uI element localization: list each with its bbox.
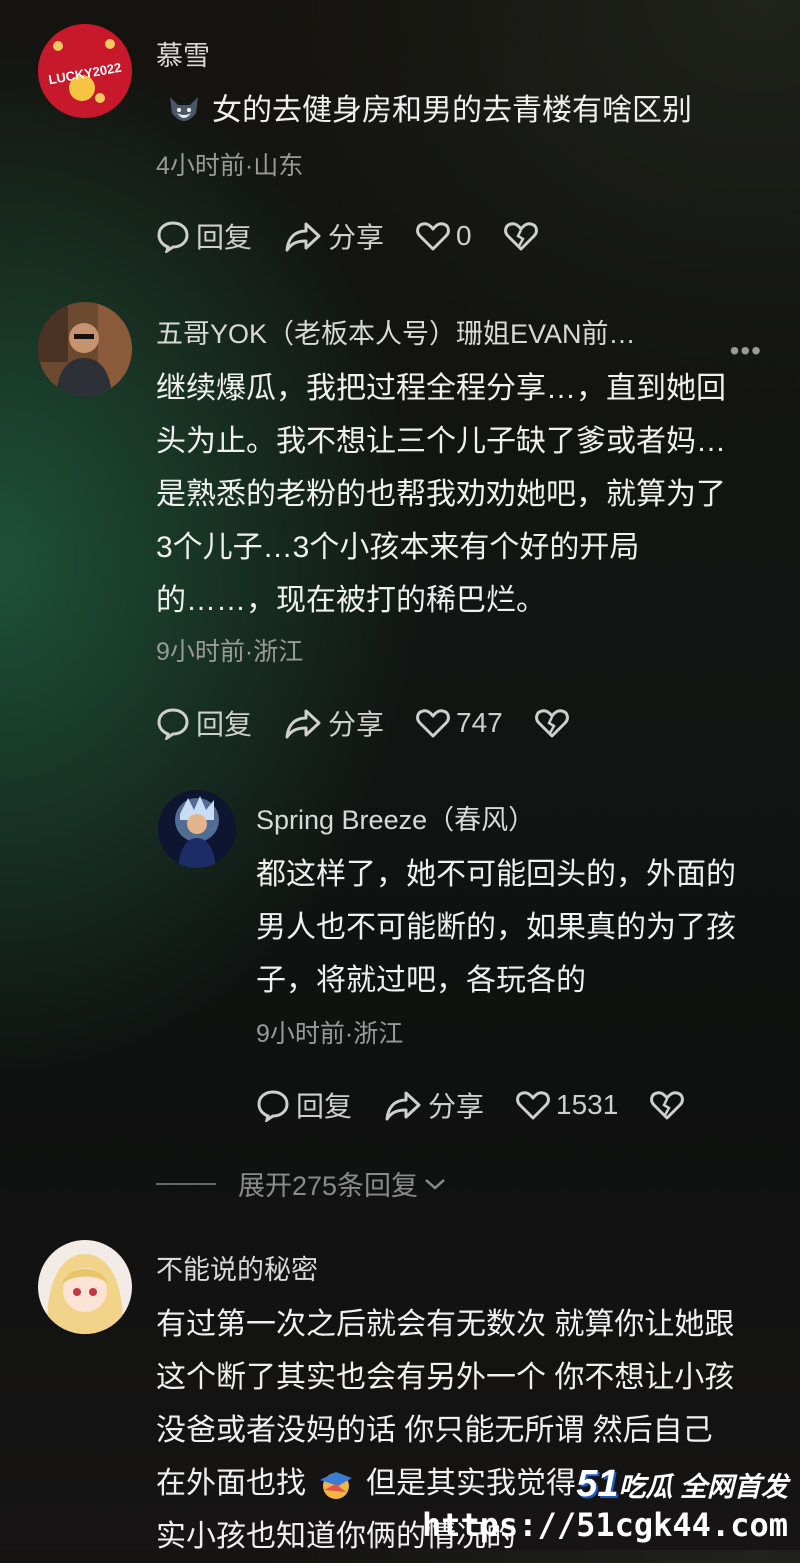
comment-actions: 回复 分享 747 (156, 703, 607, 743)
reply-text-line: 男人也不可能断的，如果真的为了孩 (256, 911, 736, 944)
comment-text-line: 没爸或者没妈的话 你只能无所谓 然后自己 (156, 1414, 713, 1447)
reply-button[interactable]: 回复 (156, 703, 252, 743)
share-button[interactable]: 分享 (384, 1085, 484, 1125)
expand-replies-label: 展开275条回复 (238, 1171, 419, 1201)
watermark-url: https://51cgk44.com (421, 1506, 788, 1544)
share-label: 分享 (328, 222, 385, 253)
comment-text-line: 继续爆瓜，我把过程全程分享…，直到她回 (156, 372, 726, 405)
like-button[interactable]: 0 (416, 220, 472, 252)
like-count: 1531 (556, 1089, 619, 1120)
comment-text-content: 女的去健身房和男的去青楼有啥区别 (212, 94, 692, 127)
reply-label: 回复 (196, 222, 253, 253)
avatar[interactable] (38, 302, 132, 396)
reply-bubble-icon (157, 708, 189, 740)
hiding-face-emoji-icon (316, 1466, 356, 1502)
reply-text-line: 都这样了，她不可能回头的，外面的 (256, 858, 736, 891)
watermark-brand-text: 吃瓜 全网首发 (618, 1472, 788, 1502)
more-options-icon[interactable]: ••• (730, 335, 762, 367)
reply-label: 回复 (196, 709, 253, 740)
heart-icon (416, 222, 450, 251)
watermark: 51吃瓜 全网首发 https://51cgk44.com (422, 1463, 788, 1544)
anime-girl-avatar (38, 1240, 132, 1334)
share-label: 分享 (428, 1091, 485, 1122)
comment-text: 女的去健身房和男的去青楼有啥区别 (164, 84, 692, 137)
anime-character-avatar (158, 790, 236, 868)
share-label: 分享 (328, 709, 385, 740)
watermark-brand-number: 51 (576, 1463, 619, 1505)
comment-text-line: 3个儿子…3个小孩本来有个好的开局 (156, 531, 640, 564)
avatar[interactable] (38, 1240, 132, 1334)
comment-text-line: 头为止。我不想让三个儿子缺了爹或者妈… (156, 425, 726, 458)
comment-text-line: 这个断了其实也会有另外一个 你不想让小孩 (156, 1361, 735, 1394)
broken-heart-icon (503, 222, 538, 251)
share-arrow-icon (385, 1091, 421, 1121)
watermark-brand: 51吃瓜 全网首发 (422, 1463, 788, 1506)
comment-username[interactable]: 不能说的秘密 (156, 1248, 318, 1287)
share-button[interactable]: 分享 (284, 703, 384, 743)
share-arrow-icon (285, 709, 321, 739)
dislike-button[interactable] (650, 1089, 690, 1121)
comment-text-fragment: 在外面也找 (156, 1467, 306, 1500)
comment-text: 继续爆瓜，我把过程全程分享…，直到她回 头为止。我不想让三个儿子缺了爹或者妈… … (156, 362, 726, 627)
comment-meta: 4小时前·山东 (156, 152, 304, 180)
reply-button[interactable]: 回复 (256, 1085, 352, 1125)
comment-meta: 9小时前·浙江 (156, 638, 304, 666)
comment-username[interactable]: 慕雪 (156, 34, 210, 73)
comment-text-line: 有过第一次之后就会有无数次 就算你让她跟 (156, 1308, 735, 1341)
avatar[interactable] (158, 790, 236, 868)
comment-text-line: 是熟悉的老粉的也帮我劝劝她吧，就算为了 (156, 478, 726, 511)
reply-label: 回复 (296, 1091, 353, 1122)
reply-bubble-icon (257, 1090, 289, 1122)
heart-icon (416, 709, 450, 738)
lucky-2022-avatar-art: LUCKY2022 (38, 24, 132, 118)
reply-actions: 回复 分享 1531 (256, 1085, 722, 1125)
comment-actions: 回复 分享 0 (156, 216, 576, 256)
reply-text: 都这样了，她不可能回头的，外面的 男人也不可能断的，如果真的为了孩 子，将就过吧… (256, 848, 736, 1007)
share-arrow-icon (285, 222, 321, 252)
like-count: 747 (456, 707, 503, 738)
divider-line (156, 1182, 216, 1185)
comment-text-line: 的……，现在被打的稀巴烂。 (156, 584, 546, 617)
heart-icon (516, 1091, 550, 1120)
avatar[interactable]: LUCKY2022 (38, 24, 132, 118)
reply-button[interactable]: 回复 (156, 216, 252, 256)
broken-heart-icon (534, 709, 569, 738)
wolf-emoji-icon (164, 91, 204, 131)
dislike-button[interactable] (503, 220, 544, 252)
man-photo-avatar (38, 302, 132, 396)
expand-replies-button[interactable]: 展开275条回复 (156, 1164, 448, 1203)
share-button[interactable]: 分享 (284, 216, 384, 256)
comment-username[interactable]: 五哥YOK（老板本人号）珊姐EVAN前… (156, 312, 636, 351)
reply-bubble-icon (157, 221, 189, 253)
like-count: 0 (456, 220, 472, 251)
dislike-button[interactable] (534, 707, 575, 739)
broken-heart-icon (650, 1091, 685, 1120)
reply-meta: 9小时前·浙江 (256, 1020, 404, 1048)
reply-username[interactable]: Spring Breeze（春风） (256, 798, 535, 837)
chevron-down-icon (425, 1178, 445, 1190)
reply-text-line: 子，将就过吧，各玩各的 (256, 964, 586, 997)
like-button[interactable]: 747 (416, 707, 503, 739)
like-button[interactable]: 1531 (516, 1089, 618, 1121)
